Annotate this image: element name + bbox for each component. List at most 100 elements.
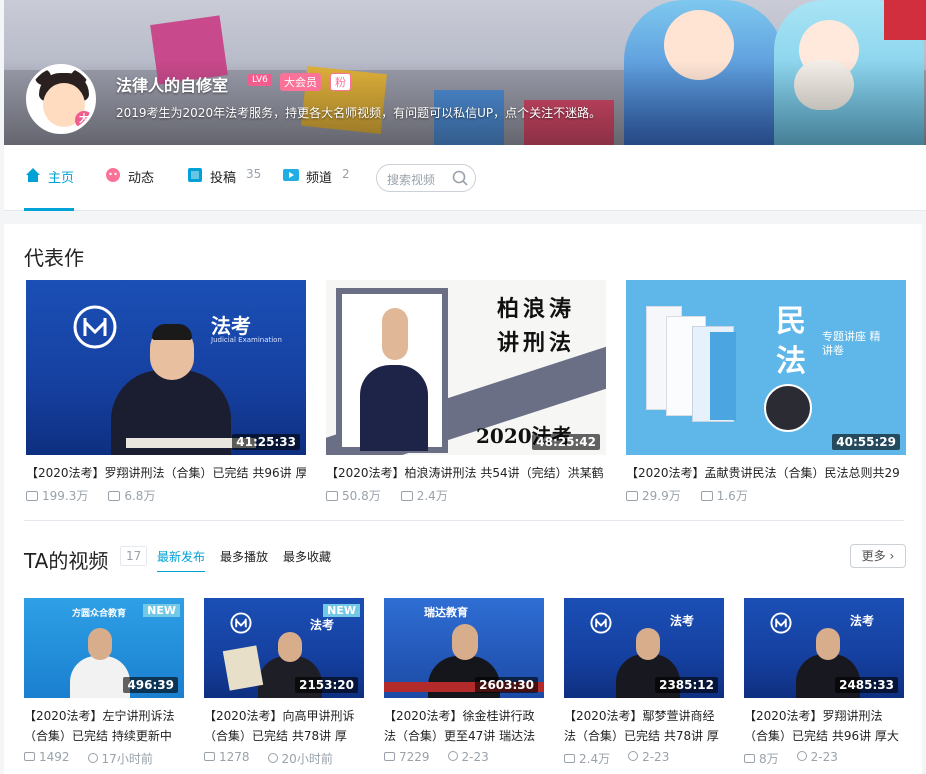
video-card[interactable]: 方圆众合教育 NEW 496:39 【2020法考】左宁讲刑诉法（合集）已完结 … [24, 598, 184, 767]
play-count: 1278 [204, 750, 250, 767]
video-thumbnail[interactable]: 民法 专题讲座 精讲卷 40:55:29 [626, 280, 906, 455]
thumb-brand: 瑞达教育 [424, 606, 468, 619]
chevron-right-icon: › [889, 549, 895, 563]
more-label: 更多 [861, 549, 886, 563]
thumb-title: 民法 [776, 304, 806, 379]
video-card[interactable]: 法考 NEW 2153:20 【2020法考】向高甲讲刑诉（合集）已完结 共78… [204, 598, 364, 767]
tab-home-label: 主页 [48, 171, 75, 186]
publish-time: 2-23 [796, 750, 838, 767]
play-count: 1492 [24, 750, 70, 767]
submit-icon [188, 168, 202, 182]
tab-dynamic-label: 动态 [128, 171, 155, 186]
search-input[interactable]: 搜索视频 [376, 164, 476, 192]
houda-logo-icon [770, 612, 792, 634]
thumb-brand: 法考 [850, 614, 875, 628]
new-badge: NEW [323, 604, 360, 617]
lecturer-head [452, 624, 478, 660]
video-stats: 2.4万 2-23 [564, 750, 724, 767]
video-title[interactable]: 【2020法考】柏浪涛讲刑法 共54讲（完结）洪某鹤 [326, 464, 606, 481]
publish-time: 2-23 [628, 750, 669, 767]
play-count: 7229 [384, 750, 430, 764]
section-divider [24, 520, 904, 521]
video-stats: 7229 2-23 [384, 750, 544, 764]
video-title[interactable]: 【2020法考】孟献贵讲民法（合集）民法总则共29 [626, 464, 906, 481]
video-duration: 2603:30 [475, 677, 538, 693]
avatar-badge: 大 [75, 111, 93, 129]
play-count: 50.8万 [326, 487, 381, 504]
username: 法律人的自修室 [116, 76, 229, 95]
video-title[interactable]: 【2020法考】徐金桂讲行政法（合集）更至47讲 瑞达法 [384, 706, 544, 746]
danmaku-icon [400, 491, 413, 501]
vip-badge[interactable]: 大会员 [280, 73, 321, 91]
thumb-brand: 法考 [211, 314, 251, 338]
video-title[interactable]: 【2020法考】左宁讲刑诉法（合集）已完结 持续更新中 [24, 706, 184, 746]
video-thumbnail[interactable]: 法考 Judicial Examination 41:25:33 [26, 280, 306, 455]
masterpiece-card[interactable]: 民法 专题讲座 精讲卷 40:55:29 【2020法考】孟献贵讲民法（合集）民… [626, 280, 906, 504]
space-nav: 主页 动态 投稿 35 频道 2 搜索视频 [4, 145, 926, 211]
tab-submit-count: 35 [246, 167, 262, 181]
video-thumbnail[interactable]: 法考 NEW 2153:20 [204, 598, 364, 698]
sort-most-favorited[interactable]: 最多收藏 [283, 548, 331, 565]
video-card[interactable]: 法考 2385:12 【2020法考】鄢梦萱讲商经法（合集）已完结 共78讲 厚… [564, 598, 724, 767]
thumb-brand: 法考 [310, 618, 335, 632]
new-badge: NEW [143, 604, 180, 617]
level-badge: LV6 [248, 74, 272, 86]
play-count: 199.3万 [26, 487, 88, 504]
search-placeholder: 搜索视频 [387, 173, 436, 187]
sort-most-played[interactable]: 最多播放 [220, 548, 268, 565]
more-button[interactable]: 更多 › [850, 544, 906, 568]
play-count: 29.9万 [626, 487, 681, 504]
video-card[interactable]: 法考 2485:33 【2020法考】罗翔讲刑法（合集）已完结 共96讲 厚大 … [744, 598, 904, 767]
fan-badge[interactable]: 粉 [330, 73, 351, 91]
tab-home[interactable]: 主页 [24, 167, 74, 211]
video-duration: 2485:33 [835, 677, 898, 693]
lecturer-head [88, 628, 112, 660]
masterpiece-title: 代表作 [24, 246, 84, 270]
lecturer-head [278, 632, 302, 662]
masterpiece-card[interactable]: 法考 Judicial Examination 41:25:33 【2020法考… [26, 280, 306, 504]
video-duration: 48:25:42 [532, 434, 600, 450]
lecturer-portrait [764, 384, 812, 432]
tab-dynamic[interactable]: 动态 [104, 167, 154, 211]
video-title[interactable]: 【2020法考】鄢梦萱讲商经法（合集）已完结 共78讲 厚 [564, 706, 724, 746]
video-thumbnail[interactable]: 方圆众合教育 NEW 496:39 [24, 598, 184, 698]
video-duration: 2153:20 [295, 677, 358, 693]
danmaku-icon [108, 491, 121, 501]
tab-channel-label: 频道 [306, 171, 333, 186]
video-thumbnail[interactable]: 法考 2485:33 [744, 598, 904, 698]
video-card[interactable]: 瑞达教育 2603:30 【2020法考】徐金桂讲行政法（合集）更至47讲 瑞达… [384, 598, 544, 764]
video-thumbnail[interactable]: 法考 2385:12 [564, 598, 724, 698]
video-duration: 496:39 [123, 677, 178, 693]
masterpiece-card[interactable]: 柏浪涛讲刑法 2020法考 48:25:42 【2020法考】柏浪涛讲刑法 共5… [326, 280, 606, 504]
dynamic-icon [106, 168, 120, 182]
houda-logo-icon [590, 612, 612, 634]
danmaku-count: 6.8万 [108, 487, 155, 504]
ribbon-shape [884, 0, 926, 40]
tab-channel-count: 2 [342, 167, 350, 181]
sort-latest[interactable]: 最新发布 [157, 548, 206, 572]
avatar[interactable]: 大 [26, 64, 96, 134]
video-title[interactable]: 【2020法考】罗翔讲刑法（合集）已完结 共96讲 厚 [26, 464, 306, 481]
video-title[interactable]: 【2020法考】罗翔讲刑法（合集）已完结 共96讲 厚大 [744, 706, 904, 746]
publish-time: 2-23 [447, 750, 489, 764]
video-title[interactable]: 【2020法考】向高甲讲刑诉（合集）已完结 共78讲 厚 [204, 706, 364, 746]
tab-submit[interactable]: 投稿 35 [186, 167, 261, 211]
video-thumbnail[interactable]: 柏浪涛讲刑法 2020法考 48:25:42 [326, 280, 606, 455]
lecturer-figure [360, 365, 428, 451]
tab-channel[interactable]: 频道 2 [282, 167, 350, 211]
lecturer-head [382, 308, 408, 360]
play-icon [326, 491, 338, 501]
user-sign: 2019考生为2020年法考服务，持更各大名师视频，有问题可以私信UP，点个关注… [116, 106, 602, 120]
thumb-sub: 专题讲座 精讲卷 [822, 330, 881, 357]
thumb-sub: Judicial Examination [211, 336, 282, 344]
search-icon[interactable] [451, 169, 469, 187]
tab-submit-label: 投稿 [210, 171, 237, 186]
main-content: 代表作 法考 Judicial Examination 41:25:33 【20… [4, 224, 922, 774]
video-thumbnail[interactable]: 瑞达教育 2603:30 [384, 598, 544, 698]
play-count: 2.4万 [564, 750, 610, 767]
danmaku-count: 1.6万 [700, 487, 748, 504]
danmaku-icon [700, 491, 713, 501]
video-stats: 1492 17小时前 [24, 750, 184, 767]
video-stats: 8万 2-23 [744, 750, 904, 767]
lecturer-head [636, 628, 660, 660]
